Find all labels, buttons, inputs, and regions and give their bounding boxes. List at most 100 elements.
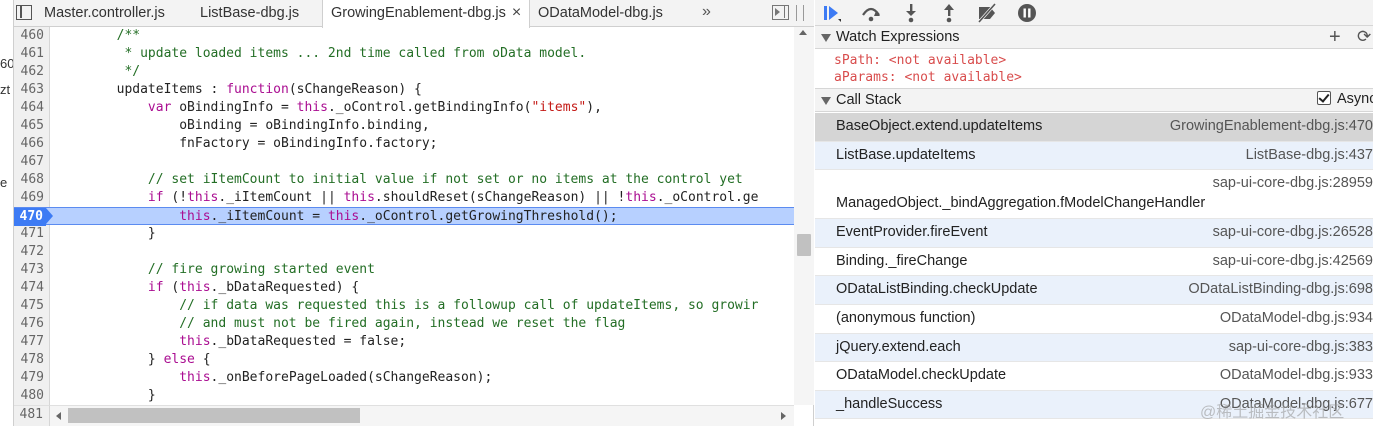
frame-location-link[interactable]: ODataListBinding-dbg.js:698 — [1188, 281, 1373, 297]
code-line[interactable]: 473 // fire growing started event — [14, 261, 794, 279]
line-number[interactable]: 469 — [14, 189, 44, 207]
frame-location-link[interactable]: ListBase-dbg.js:437 — [1246, 147, 1373, 163]
watch-item[interactable]: aParams: <not available> — [834, 70, 1022, 85]
async-checkbox[interactable] — [1317, 91, 1331, 105]
scroll-thumb[interactable] — [68, 408, 360, 423]
line-number[interactable]: 468 — [14, 171, 44, 189]
scroll-up-icon[interactable] — [799, 30, 807, 35]
collapse-triangle-icon[interactable] — [821, 34, 831, 42]
step-over-icon[interactable] — [859, 2, 883, 24]
line-number[interactable]: 470 — [14, 208, 53, 226]
resume-icon[interactable] — [819, 2, 843, 24]
call-frame[interactable]: EventProvider.fireEvent sap-ui-core-dbg.j… — [815, 219, 1373, 248]
horizontal-scrollbar[interactable] — [50, 405, 794, 426]
watch-expressions-header[interactable]: Watch Expressions + ⟳ — [815, 25, 1373, 49]
code-line[interactable]: 464 var oBindingInfo = this._oControl.ge… — [14, 99, 794, 117]
frame-location-link[interactable]: sap-ui-core-dbg.js:26528 — [1213, 224, 1373, 240]
more-tabs-icon[interactable]: » — [702, 0, 711, 27]
code-line[interactable]: 476 // and must not be fired again, inst… — [14, 315, 794, 333]
call-frame[interactable]: ODataListBinding.checkUpdate ODataListBin… — [815, 276, 1373, 305]
call-frame[interactable]: jQuery.extend.each sap-ui-core-dbg.js:383 — [815, 333, 1373, 363]
code-line[interactable]: 468 // set iItemCount to initial value i… — [14, 171, 794, 189]
line-number[interactable]: 460 — [14, 27, 44, 45]
watch-item[interactable]: sPath: <not available> — [834, 53, 1006, 68]
line-number[interactable]: 463 — [14, 81, 44, 99]
deactivate-breakpoints-icon[interactable] — [975, 2, 999, 24]
toggle-debugger-icon[interactable] — [772, 5, 789, 20]
code-text: this._onBeforePageLoaded(sChangeReason); — [54, 369, 492, 387]
code-line[interactable]: 475 // if data was requested this is a f… — [14, 297, 794, 315]
code-line[interactable]: 461 * update loaded items ... 2nd time c… — [14, 45, 794, 63]
line-number[interactable]: 461 — [14, 45, 44, 63]
vertical-scrollbar[interactable] — [794, 27, 814, 405]
scroll-right-icon[interactable] — [781, 412, 786, 420]
pause-on-exceptions-icon[interactable] — [1015, 2, 1039, 24]
line-number[interactable]: 464 — [14, 99, 44, 117]
call-stack-header[interactable]: Call Stack — [815, 88, 1373, 112]
frame-location-link[interactable]: sap-ui-core-dbg.js:42569 — [1213, 253, 1373, 269]
code-text: * update loaded items ... 2nd time calle… — [54, 45, 586, 63]
call-frame[interactable]: ManagedObject._bindAggregation.fModelCha… — [815, 170, 1373, 220]
frame-location-link[interactable]: GrowingEnablement-dbg.js:470 — [1170, 118, 1373, 134]
refresh-icon[interactable]: ⟳ — [1357, 27, 1371, 47]
code-line[interactable]: 479 this._onBeforePageLoaded(sChangeReas… — [14, 369, 794, 387]
code-line[interactable]: 460 /** — [14, 27, 794, 45]
code-line[interactable]: 471 } — [14, 225, 794, 243]
code-token: } — [54, 388, 156, 403]
step-into-icon[interactable] — [899, 2, 923, 24]
scroll-left-icon[interactable] — [56, 412, 61, 420]
code-line[interactable]: 466 fnFactory = oBindingInfo.factory; — [14, 135, 794, 153]
line-number[interactable]: 476 — [14, 315, 44, 333]
tab-master-controller[interactable]: Master.controller.js — [36, 0, 165, 27]
code-line[interactable]: 477 this._bDataRequested = false; — [14, 333, 794, 351]
line-number[interactable]: 471 — [14, 225, 44, 243]
line-number[interactable]: 465 — [14, 117, 44, 135]
toggle-navigator-icon[interactable] — [16, 5, 32, 20]
code-line[interactable]: 480 } — [14, 387, 794, 405]
step-out-icon[interactable] — [937, 2, 961, 24]
code-line[interactable]: 462 */ — [14, 63, 794, 81]
add-expression-icon[interactable]: + — [1329, 26, 1341, 49]
line-number[interactable]: 480 — [14, 387, 44, 405]
line-number[interactable]: 466 — [14, 135, 44, 153]
code-line[interactable]: 469 if (!this._iItemCount || this.should… — [14, 189, 794, 207]
code-token: // set iItemCount to initial value if no… — [147, 172, 743, 187]
line-number[interactable]: 467 — [14, 153, 44, 171]
line-number[interactable]: 478 — [14, 351, 44, 369]
tab-odatamodel[interactable]: ODataModel-dbg.js — [530, 0, 663, 27]
line-number[interactable]: 477 — [14, 333, 44, 351]
code-line[interactable]: 474 if (this._bDataRequested) { — [14, 279, 794, 297]
code-token: this — [187, 190, 219, 205]
tab-listbase[interactable]: ListBase-dbg.js — [192, 0, 299, 27]
code-token: this — [296, 100, 328, 115]
code-line[interactable]: 463 updateItems : function(sChangeReason… — [14, 81, 794, 99]
call-frame[interactable]: (anonymous function) ODataModel-dbg.js:93… — [815, 305, 1373, 334]
code-line[interactable]: 478 } else { — [14, 351, 794, 369]
line-number[interactable]: 474 — [14, 279, 44, 297]
code-line[interactable]: 465 oBinding = oBindingInfo.binding, — [14, 117, 794, 135]
call-frame[interactable]: BaseObject.extend.updateItems GrowingEnab… — [815, 113, 1373, 142]
frame-location-link[interactable]: sap-ui-core-dbg.js:28959 — [1213, 175, 1373, 191]
call-frame[interactable]: ODataModel.checkUpdate ODataModel-dbg.js:… — [815, 362, 1373, 391]
code-text: // set iItemCount to initial value if no… — [54, 171, 743, 189]
frame-location-link[interactable]: ODataModel-dbg.js:934 — [1220, 310, 1373, 326]
close-tab-icon[interactable]: × — [512, 4, 521, 21]
frame-location-link[interactable]: ODataModel-dbg.js:933 — [1220, 367, 1373, 383]
tab-growing-enablement[interactable]: GrowingEnablement-dbg.js × — [322, 0, 530, 28]
call-frame[interactable]: Binding._fireChange sap-ui-core-dbg.js:42… — [815, 248, 1373, 277]
code-line[interactable]: 472 — [14, 243, 794, 261]
line-number[interactable]: 473 — [14, 261, 44, 279]
line-number[interactable]: 479 — [14, 369, 44, 387]
code-token: "items" — [531, 100, 587, 115]
line-number[interactable]: 475 — [14, 297, 44, 315]
collapse-triangle-icon[interactable] — [821, 97, 831, 105]
code-view[interactable]: 460 /** 461 * update loaded items ... 2nd… — [14, 27, 814, 405]
scroll-thumb[interactable] — [797, 234, 811, 256]
execution-line[interactable]: 470 this._iItemCount = this._oControl.ge… — [14, 207, 794, 226]
section-title: Call Stack — [836, 92, 902, 108]
line-number[interactable]: 472 — [14, 243, 44, 261]
frame-location-link[interactable]: sap-ui-core-dbg.js:383 — [1229, 339, 1373, 355]
call-frame[interactable]: ListBase.updateItems ListBase-dbg.js:437 — [815, 141, 1373, 171]
code-line[interactable]: 467 — [14, 153, 794, 171]
line-number[interactable]: 462 — [14, 63, 44, 81]
